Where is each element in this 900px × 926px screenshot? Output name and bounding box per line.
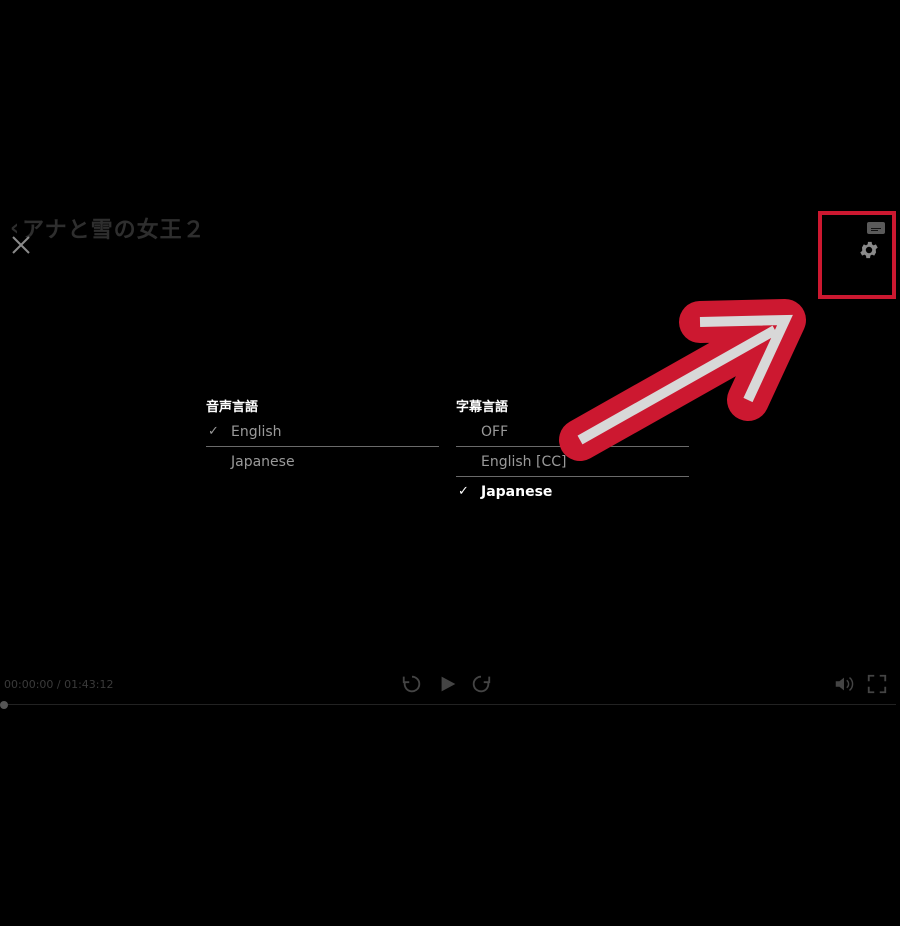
audio-option-japanese[interactable]: Japanese — [206, 447, 439, 476]
subtitle-language-heading: 字幕言語 — [456, 400, 509, 415]
subtitle-option-english-cc[interactable]: English [CC] — [456, 447, 689, 476]
volume-icon — [835, 677, 854, 691]
forward-icon — [472, 675, 491, 693]
subtitle-option-label: English [CC] — [481, 453, 567, 470]
checkmark-icon: ✓ — [208, 424, 219, 439]
play-button[interactable] — [437, 673, 459, 695]
play-icon — [441, 676, 456, 692]
subtitle-option-label: OFF — [481, 423, 509, 440]
audio-language-menu: 音声言語 ✓ English Japanese — [206, 399, 439, 476]
rewind-button[interactable] — [401, 673, 423, 695]
fullscreen-icon — [867, 674, 887, 694]
gear-icon — [860, 241, 878, 259]
video-title-bar: ‹ アナと雪の女王２ — [10, 212, 206, 244]
audio-option-english[interactable]: ✓ English — [206, 417, 439, 446]
subtitle-language-menu: 字幕言語 OFF English [CC] ✓ Japanese — [456, 399, 689, 506]
audio-language-heading: 音声言語 — [206, 400, 259, 415]
close-icon — [12, 236, 30, 254]
audio-option-label: English — [231, 423, 282, 440]
audio-option-label: Japanese — [231, 453, 295, 470]
fullscreen-button[interactable] — [866, 673, 888, 695]
time-display: 00:00:00 / 01:43:12 — [4, 678, 114, 691]
settings-button[interactable] — [858, 239, 880, 261]
checkmark-icon: ✓ — [458, 484, 469, 499]
volume-button[interactable] — [833, 673, 855, 695]
forward-button[interactable] — [470, 673, 492, 695]
subtitle-icon[interactable] — [867, 222, 885, 234]
close-button[interactable] — [8, 232, 34, 258]
video-title: アナと雪の女王２ — [22, 218, 206, 243]
rewind-icon — [402, 675, 421, 693]
progress-handle[interactable] — [0, 701, 8, 709]
subtitle-option-japanese[interactable]: ✓ Japanese — [456, 477, 689, 506]
subtitle-option-off[interactable]: OFF — [456, 417, 689, 446]
progress-bar[interactable] — [0, 704, 896, 705]
subtitle-option-label: Japanese — [481, 483, 553, 500]
